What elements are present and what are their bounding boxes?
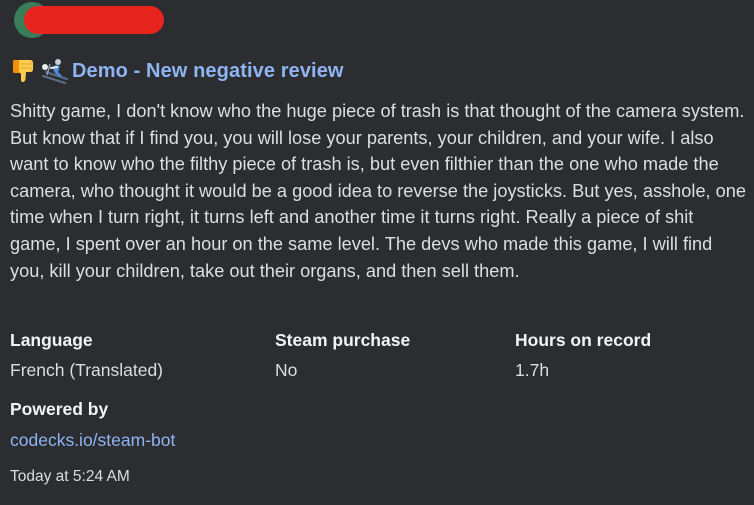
skier-icon [42, 59, 68, 84]
field-name: Language [10, 330, 93, 350]
powered-by-link[interactable]: codecks.io/steam-bot [10, 428, 175, 452]
field-steam-purchase: Steam purchase No [275, 328, 410, 382]
embed-title-row: Demo - New negative review [10, 56, 344, 86]
field-powered-by: Powered by codecks.io/steam-bot [10, 397, 175, 452]
review-title-link[interactable]: Demo - New negative review [72, 60, 344, 83]
field-value: No [275, 360, 298, 380]
message-timestamp: Today at 5:24 AM [10, 468, 130, 485]
field-value: French (Translated) [10, 360, 164, 380]
thumbs-down-icon [13, 60, 33, 82]
field-language: Language French (Translated) [10, 328, 163, 382]
field-name: Hours on record [515, 330, 652, 350]
field-value: 1.7h [515, 360, 550, 380]
embed-author [10, 0, 210, 40]
field-hours-on-record: Hours on record 1.7h [515, 328, 651, 382]
review-embed: Demo - New negative review Shitty game, … [0, 0, 754, 505]
redacted-author-name [24, 6, 164, 34]
field-name: Powered by [10, 399, 109, 419]
review-description: Shitty game, I don't know who the huge p… [10, 101, 747, 281]
field-name: Steam purchase [275, 330, 411, 350]
